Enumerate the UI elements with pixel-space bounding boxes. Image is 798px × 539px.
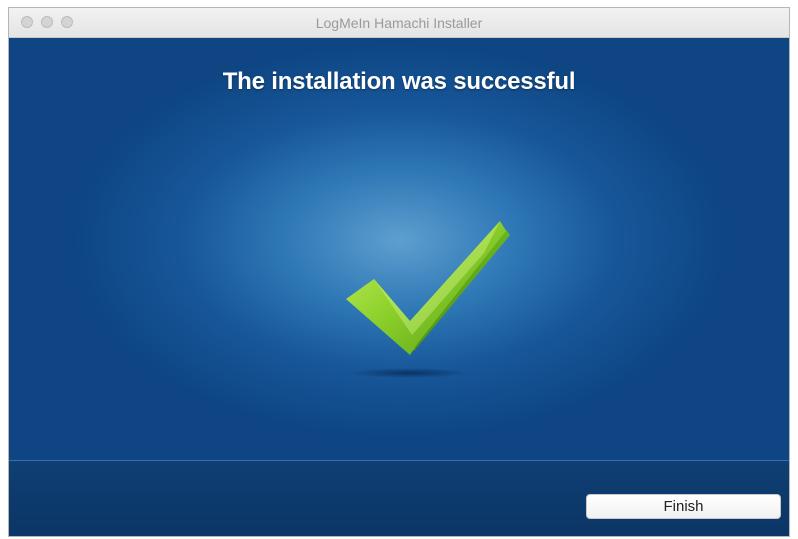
success-heading: The installation was successful	[222, 68, 576, 95]
finish-button[interactable]: Finish	[586, 494, 781, 519]
installer-window: LogMeIn Hamachi Installer The installati…	[8, 7, 790, 537]
title-bar: LogMeIn Hamachi Installer	[9, 8, 789, 38]
checkmark-icon	[334, 183, 514, 383]
footer-bar: Finish	[9, 460, 789, 536]
window-title: LogMeIn Hamachi Installer	[315, 15, 483, 31]
success-panel: The installation was successful	[9, 38, 789, 460]
